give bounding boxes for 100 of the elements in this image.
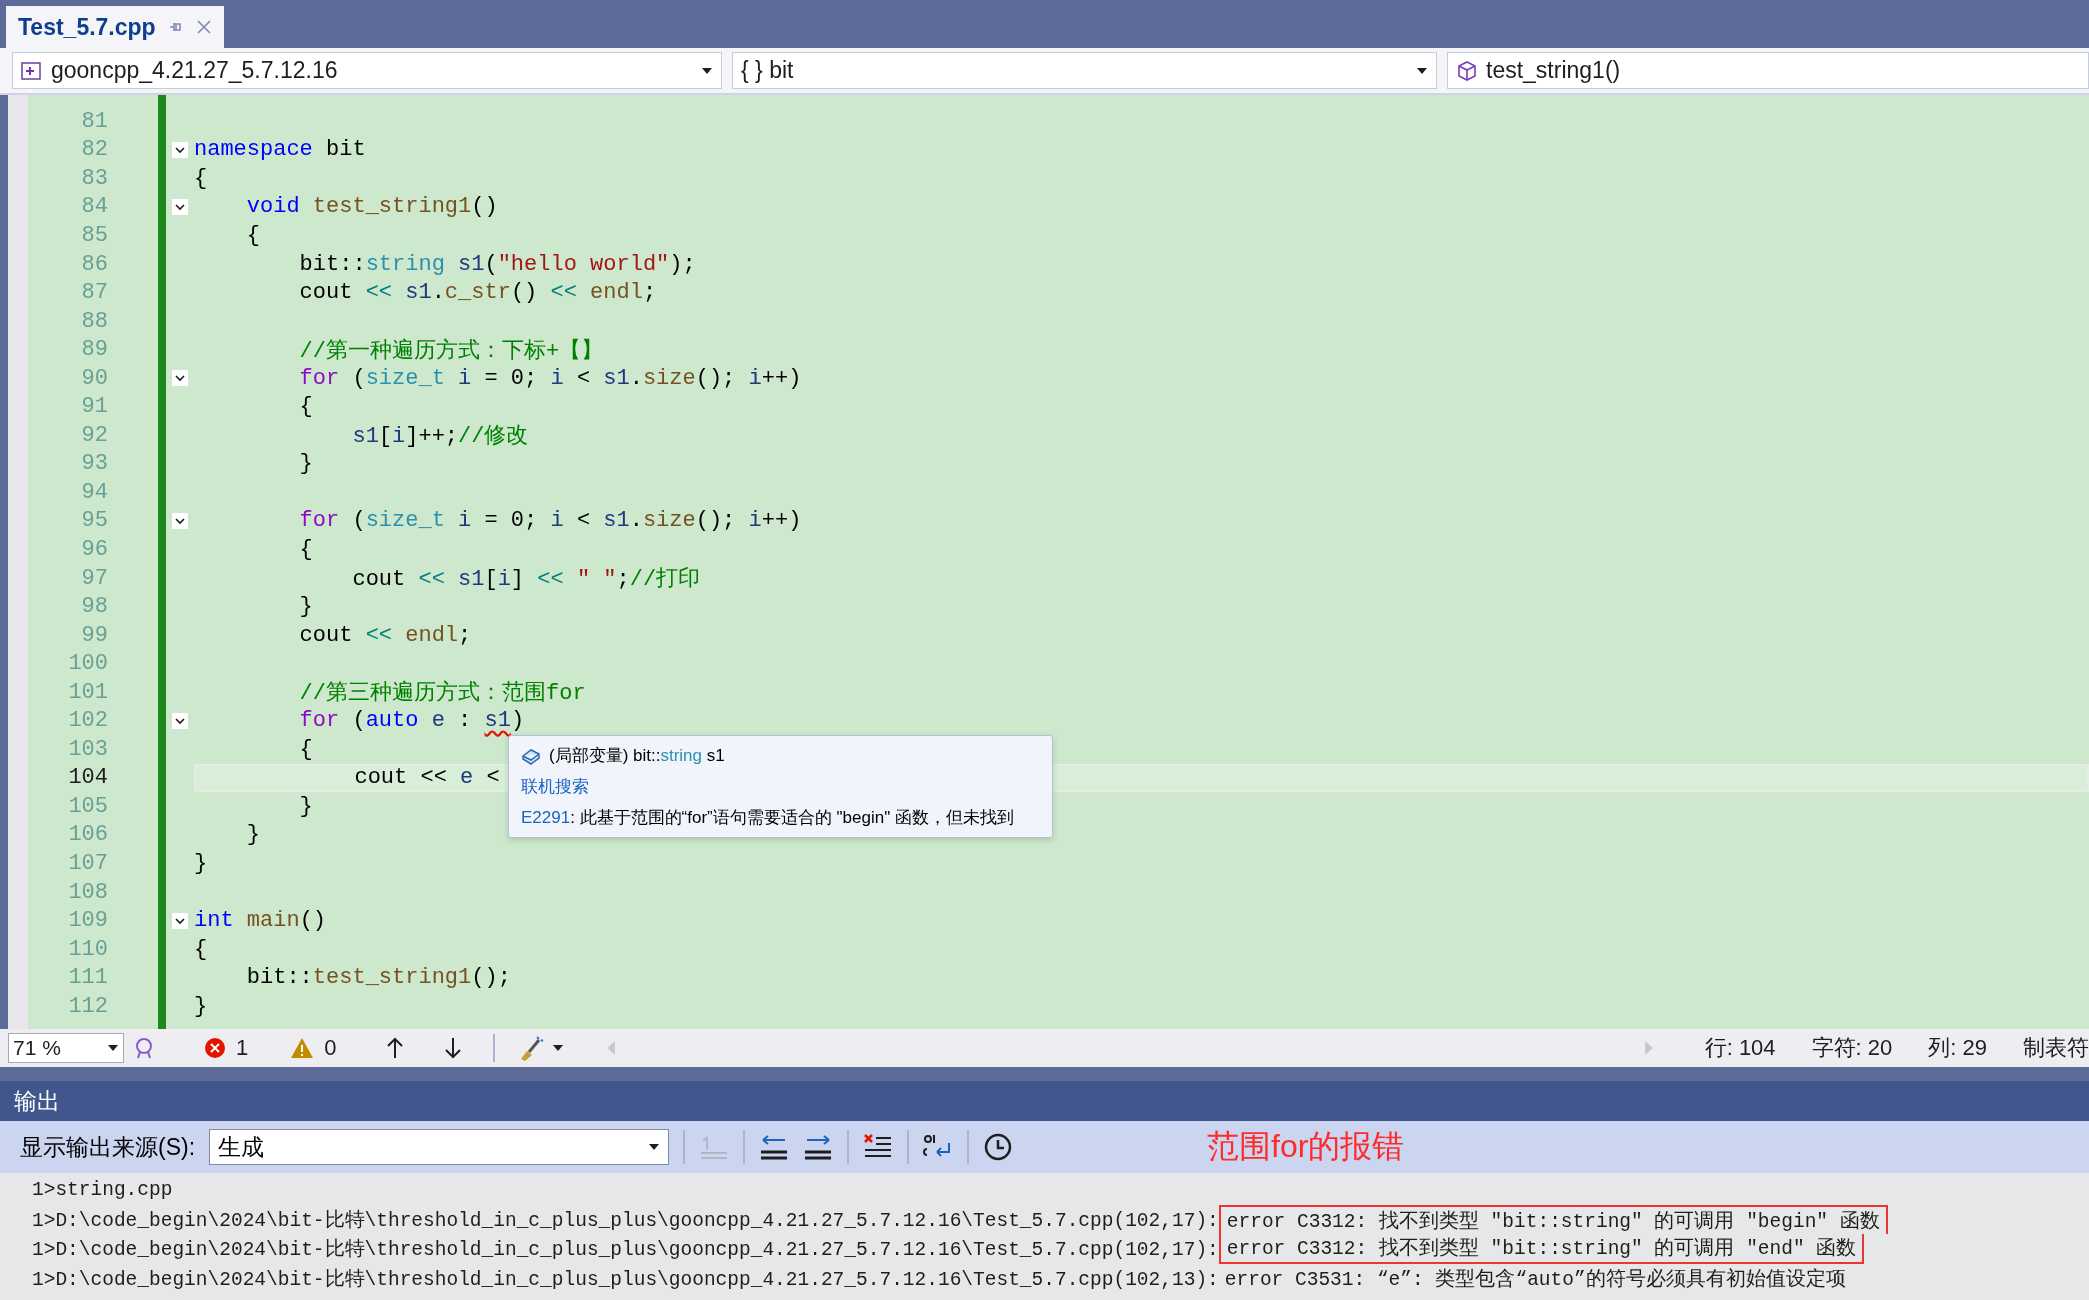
collapse-icon[interactable] bbox=[172, 912, 188, 929]
code-line: cout << s1[i] << " ";//打印 bbox=[351, 566, 701, 594]
line-number: 101 bbox=[67, 679, 108, 705]
code-line: cout << s1.c_str() << endl; bbox=[298, 280, 657, 306]
collapse-icon[interactable] bbox=[172, 141, 188, 158]
line-number: 81 bbox=[80, 108, 108, 134]
code-line: cout << e < bbox=[353, 765, 500, 791]
line-number: 110 bbox=[67, 936, 108, 962]
source-label: 显示输出来源(S): bbox=[20, 1132, 196, 1162]
code-line: for (size_t i = 0; i < s1.size(); i++) bbox=[298, 365, 802, 391]
project-dropdown[interactable]: gooncpp_4.21.27_5.7.12.16 bbox=[12, 52, 722, 89]
code-line: cout << endl; bbox=[298, 622, 472, 648]
collapse-icon[interactable] bbox=[172, 370, 188, 387]
caret-icon[interactable] bbox=[701, 66, 713, 75]
project-icon bbox=[21, 59, 43, 82]
output-line: 1>D:\code_begin\2024\bit-比特\threshold_in_c_plus_plus\gooncpp_4.21.27_5.7.12.16\Test_5.7.cpp(102,13): bbox=[32, 1267, 1219, 1292]
line-number: 105 bbox=[67, 793, 108, 819]
file-tab[interactable]: Test_5.7.cpp bbox=[6, 6, 224, 48]
line-number: 91 bbox=[80, 394, 108, 420]
line-number: 82 bbox=[80, 137, 108, 163]
highlighted-error-message: error C3312: 找不到类型 ″bit::string″ 的可调用 ″end″ 函数 bbox=[1218, 1234, 1865, 1264]
collapse-icon[interactable] bbox=[172, 512, 188, 529]
line-number: 111 bbox=[67, 965, 108, 991]
line-number: 98 bbox=[80, 594, 108, 620]
line-number: 100 bbox=[67, 651, 108, 677]
error-icon[interactable] bbox=[204, 1037, 226, 1059]
collapse-icon[interactable] bbox=[172, 198, 188, 215]
cube-icon bbox=[1456, 59, 1478, 82]
error-message: E2291: 此基于范围的“for”语句需要适合的 "begin" 函数，但未找到 bbox=[521, 807, 1015, 829]
line-number: 86 bbox=[80, 251, 108, 277]
line-number: 88 bbox=[80, 308, 108, 334]
tab-mode[interactable]: 制表符 bbox=[2023, 1033, 2089, 1063]
code-line: s1[i]++;//修改 bbox=[351, 423, 529, 451]
line-number: 85 bbox=[80, 222, 108, 248]
code-line: //第三种遍历方式：范围for bbox=[298, 679, 586, 708]
line-number: 99 bbox=[80, 622, 108, 648]
next-message-icon[interactable] bbox=[803, 1133, 834, 1161]
search-link[interactable]: 联机搜索 bbox=[521, 775, 589, 798]
code-line: } bbox=[298, 793, 313, 819]
zoom-dropdown[interactable]: 71 % bbox=[8, 1033, 124, 1063]
line-number: 83 bbox=[80, 165, 108, 191]
column-position[interactable]: 列: 29 bbox=[1928, 1033, 1987, 1063]
code-line: bit::string s1("hello world"); bbox=[298, 251, 696, 277]
error-code-link[interactable]: E2291 bbox=[521, 808, 571, 827]
previous-message-icon[interactable] bbox=[759, 1133, 790, 1161]
line-number: 107 bbox=[67, 851, 108, 876]
code-line: namespace bit bbox=[194, 137, 366, 163]
caret-icon[interactable] bbox=[107, 1044, 119, 1052]
line-number: 104 bbox=[67, 765, 108, 791]
down-arrow-icon[interactable] bbox=[442, 1036, 463, 1060]
highlighted-error-message: error C3312: 找不到类型 ″bit::string″ 的可调用 ″begin″ 函数 bbox=[1218, 1204, 1888, 1234]
variable-icon bbox=[521, 746, 541, 765]
code-line: { bbox=[194, 936, 208, 962]
line-number: 112 bbox=[67, 993, 108, 1019]
line-number: 93 bbox=[80, 451, 108, 477]
caret-icon[interactable] bbox=[1416, 66, 1428, 75]
close-icon[interactable] bbox=[195, 19, 212, 35]
warning-count[interactable]: 0 bbox=[324, 1035, 337, 1061]
scope-dropdown[interactable]: { } bit bbox=[732, 52, 1437, 89]
source-dropdown[interactable]: 生成 bbox=[209, 1129, 670, 1165]
code-line: { bbox=[298, 394, 313, 420]
line-number: 87 bbox=[80, 280, 108, 306]
line-number: 102 bbox=[67, 708, 108, 734]
line-number: 94 bbox=[80, 479, 108, 505]
code-line: int main() bbox=[194, 908, 327, 934]
code-line: { bbox=[298, 536, 313, 562]
line-number: 109 bbox=[67, 908, 108, 934]
output-line: 1>D:\code_begin\2024\bit-比特\threshold_in_c_plus_plus\gooncpp_4.21.27_5.7.12.16\Test_5.7.cpp(102,17): bbox=[32, 1208, 1219, 1233]
code-line: { bbox=[298, 736, 313, 762]
output-line: 1>string.cpp bbox=[32, 1178, 173, 1201]
code-line: } bbox=[298, 451, 313, 477]
code-line: { bbox=[194, 165, 208, 191]
line-number: 95 bbox=[80, 508, 108, 534]
line-number: 97 bbox=[80, 565, 108, 591]
warning-icon[interactable] bbox=[290, 1037, 315, 1059]
code-line: } bbox=[245, 822, 260, 848]
line-number: 108 bbox=[67, 879, 108, 905]
char-position[interactable]: 字符: 20 bbox=[1811, 1033, 1893, 1063]
code-line: void test_string1() bbox=[245, 194, 498, 220]
code-line: } bbox=[298, 594, 313, 620]
annotation-text: 范围for的报错 bbox=[1207, 1127, 1405, 1166]
clock-icon[interactable] bbox=[983, 1132, 1014, 1162]
member-dropdown[interactable]: test_string1() bbox=[1447, 52, 2089, 89]
line-number: 96 bbox=[80, 536, 108, 562]
line-number: 90 bbox=[80, 365, 108, 391]
output-line: 1>D:\code_begin\2024\bit-比特\threshold_in_c_plus_plus\gooncpp_4.21.27_5.7.12.16\Test_5.7.cpp(102,17): bbox=[32, 1237, 1219, 1263]
line-number: 89 bbox=[80, 337, 108, 363]
line-number: 92 bbox=[80, 422, 108, 448]
code-line: } bbox=[194, 851, 208, 876]
line-position[interactable]: 行: 104 bbox=[1704, 1033, 1776, 1063]
code-line: for (size_t i = 0; i < s1.size(); i++) bbox=[298, 508, 802, 534]
panel-title: 输出 bbox=[14, 1086, 60, 1116]
error-message: error C3531: “e”: 类型包含“auto”的符号必须具有初始值设定项 bbox=[1223, 1267, 1847, 1293]
line-number: 84 bbox=[80, 194, 108, 220]
code-line: bit::test_string1(); bbox=[245, 965, 511, 991]
caret-icon[interactable] bbox=[648, 1143, 661, 1151]
line-number: 103 bbox=[67, 736, 108, 762]
collapse-icon[interactable] bbox=[172, 712, 188, 729]
line-number: 106 bbox=[67, 822, 108, 848]
error-count[interactable]: 1 bbox=[236, 1035, 249, 1061]
